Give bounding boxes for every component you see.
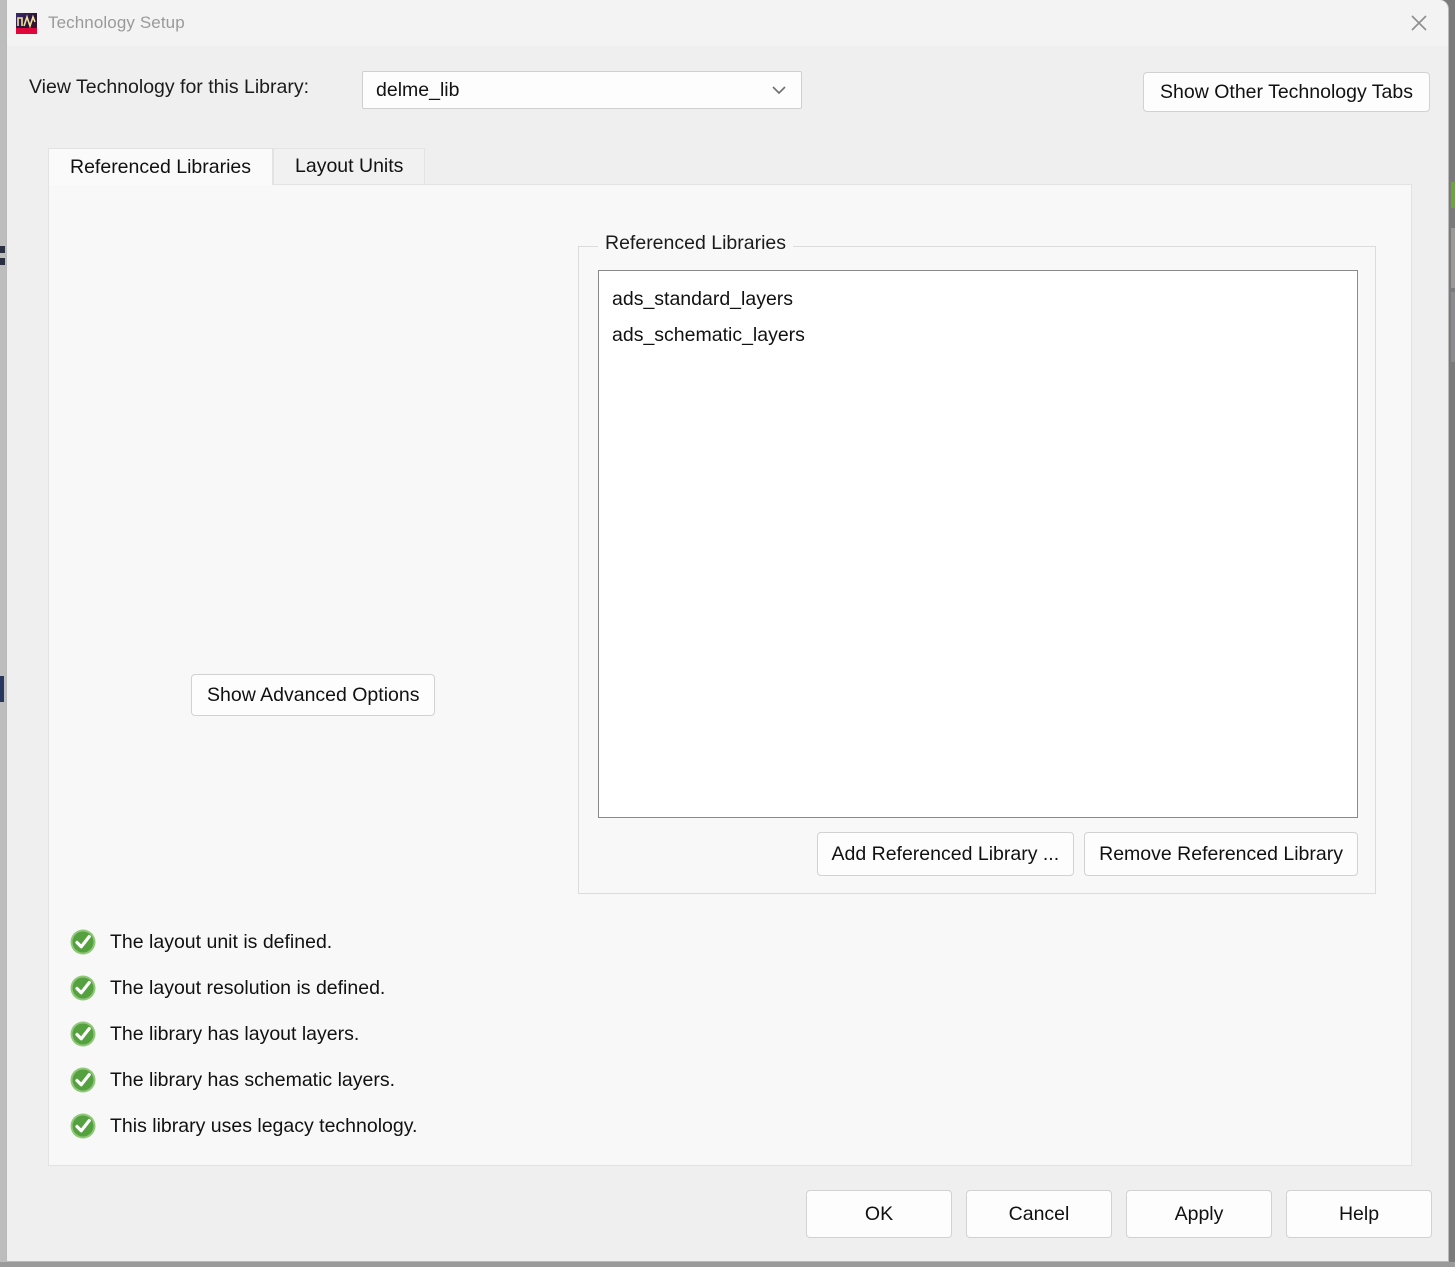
window-title: Technology Setup [48,13,185,32]
background-window-sliver-2 [0,246,5,253]
background-window-sliver-7 [1451,292,1455,362]
list-item[interactable]: ads_standard_layers [599,281,1357,317]
show-other-technology-tabs-button[interactable]: Show Other Technology Tabs [1143,72,1430,112]
status-text: The layout unit is defined. [110,930,333,953]
status-row: The layout resolution is defined. [69,965,417,1011]
status-text: The library has schematic layers. [110,1068,396,1091]
status-text: The layout resolution is defined. [110,976,386,999]
tab-layout-units[interactable]: Layout Units [273,148,426,185]
technology-setup-dialog: Technology Setup View Technology for thi… [6,0,1449,1262]
chevron-down-icon [771,85,787,95]
library-select[interactable]: delme_lib [362,71,802,109]
status-text: The library has layout layers. [110,1022,360,1045]
cancel-button[interactable]: Cancel [966,1190,1112,1238]
remove-referenced-library-button[interactable]: Remove Referenced Library [1084,832,1358,876]
background-window-sliver-6 [1451,228,1455,288]
referenced-libraries-listbox[interactable]: ads_standard_layers ads_schematic_layers [598,270,1358,818]
list-item[interactable]: ads_schematic_layers [599,317,1357,353]
status-check-list: The layout unit is defined. The layout r… [69,919,417,1149]
help-button[interactable]: Help [1286,1190,1432,1238]
status-row: The library has schematic layers. [69,1057,417,1103]
tab-strip: Referenced Libraries Layout Units [48,148,426,185]
green-check-icon [69,974,97,1002]
view-technology-label: View Technology for this Library: [29,76,310,98]
dialog-button-bar: OK Cancel Apply Help [806,1190,1432,1238]
ok-button[interactable]: OK [806,1190,952,1238]
add-referenced-library-button[interactable]: Add Referenced Library ... [816,832,1075,876]
green-check-icon [69,1066,97,1094]
background-window-sliver-3 [0,258,5,265]
referenced-libraries-button-row: Add Referenced Library ... Remove Refere… [598,832,1358,876]
title-bar: Technology Setup [7,0,1448,46]
tab-referenced-libraries[interactable]: Referenced Libraries [48,148,274,185]
referenced-libraries-group-legend: Referenced Libraries [598,232,794,255]
waveform-app-icon [16,12,37,34]
status-row: This library uses legacy technology. [69,1103,417,1149]
close-icon[interactable] [1390,0,1448,46]
background-window-sliver-5 [1451,182,1455,208]
green-check-icon [69,1020,97,1048]
background-window-sliver-4 [0,676,4,702]
status-row: The library has layout layers. [69,1011,417,1057]
desktop-bottom-strip [0,1262,1455,1267]
referenced-libraries-panel: Show Advanced Options Referenced Librari… [48,184,1412,1166]
show-advanced-options-button[interactable]: Show Advanced Options [191,674,436,716]
library-select-value: delme_lib [376,78,460,101]
status-text: This library uses legacy technology. [110,1114,418,1137]
green-check-icon [69,1112,97,1140]
status-row: The layout unit is defined. [69,919,417,965]
apply-button[interactable]: Apply [1126,1190,1272,1238]
green-check-icon [69,928,97,956]
top-row: View Technology for this Library: delme_… [7,46,1448,142]
